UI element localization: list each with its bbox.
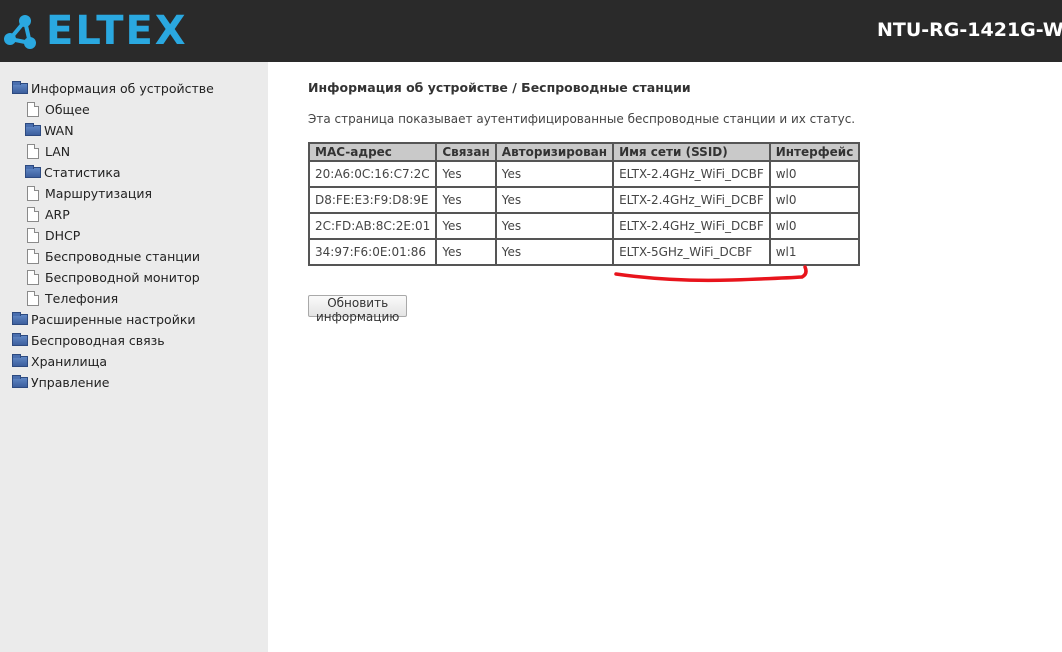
folder-icon bbox=[12, 375, 28, 388]
document-icon bbox=[27, 291, 39, 306]
device-model: NTU-RG-1421G-W bbox=[877, 19, 1062, 41]
document-icon bbox=[27, 102, 39, 117]
folder-icon bbox=[12, 81, 28, 94]
sidebar-item-label: WAN bbox=[44, 123, 74, 138]
table-row: 2C:FD:AB:8C:2E:01 Yes Yes ELTX-2.4GHz_WiFi_… bbox=[307, 212, 861, 240]
table-cell: ELTX-2.4GHz_WiFi_DCBF bbox=[612, 186, 771, 214]
refresh-button[interactable]: Обновить информацию bbox=[308, 295, 408, 324]
table-cell: 20:A6:0C:16:C7:2C bbox=[307, 160, 438, 188]
eltex-logo: ELTEX bbox=[0, 6, 188, 56]
folder-icon bbox=[12, 354, 28, 367]
column-header: Связан bbox=[435, 142, 497, 162]
sidebar-item-label: LAN bbox=[45, 144, 71, 159]
table-cell: wl0 bbox=[768, 212, 861, 240]
document-icon bbox=[27, 186, 39, 201]
sidebar-item[interactable]: DHCP bbox=[12, 225, 214, 246]
sidebar-item-label: ARP bbox=[45, 207, 70, 222]
column-header: MAC-адрес bbox=[307, 142, 438, 162]
table-cell: Yes bbox=[435, 160, 497, 188]
sidebar-item-label: Хранилища bbox=[31, 354, 108, 369]
document-icon bbox=[27, 270, 39, 285]
sidebar-item[interactable]: Телефония bbox=[12, 288, 214, 309]
document-icon bbox=[27, 144, 39, 159]
sidebar-item-label: Телефония bbox=[45, 291, 119, 306]
sidebar: Информация об устройстве Общее WAN LAN Стати… bbox=[0, 62, 268, 652]
page-title: Информация об устройстве / Беспроводные … bbox=[308, 80, 691, 95]
document-icon bbox=[27, 249, 39, 264]
sidebar-item-label: Расширенные настройки bbox=[31, 312, 196, 327]
red-annotation-underline bbox=[614, 265, 808, 283]
wireless-stations-table: MAC-адрес Связан Авторизирован Имя сети … bbox=[307, 142, 861, 266]
sidebar-item[interactable]: WAN bbox=[12, 120, 214, 141]
sidebar-item-label: Беспроводной монитор bbox=[45, 270, 200, 285]
table-cell: 34:97:F6:0E:01:86 bbox=[307, 238, 438, 266]
table-row: 34:97:F6:0E:01:86 Yes Yes ELTX-5GHz_WiFi_DC… bbox=[307, 238, 861, 266]
page-description: Эта страница показывает аутентифицирован… bbox=[308, 112, 856, 126]
column-header: Интерфейс bbox=[768, 142, 861, 162]
sidebar-item[interactable]: Беспроводные станции bbox=[12, 246, 214, 267]
logo-text: ELTEX bbox=[46, 8, 188, 54]
sidebar-item-label: Управление bbox=[31, 375, 110, 390]
table-cell: Yes bbox=[494, 212, 615, 240]
sidebar-item[interactable]: Беспроводной монитор bbox=[12, 267, 214, 288]
sidebar-item[interactable]: Беспроводная связь bbox=[12, 330, 214, 351]
table-cell: D8:FE:E3:F9:D8:9E bbox=[307, 186, 438, 214]
table-cell: wl0 bbox=[768, 160, 861, 188]
table-cell: wl0 bbox=[768, 186, 861, 214]
sidebar-item[interactable]: Расширенные настройки bbox=[12, 309, 214, 330]
sidebar-item-label: Информация об устройстве bbox=[31, 81, 214, 96]
sidebar-item[interactable]: Информация об устройстве bbox=[12, 78, 214, 99]
table-cell: Yes bbox=[494, 186, 615, 214]
folder-icon bbox=[25, 123, 41, 136]
document-icon bbox=[27, 207, 39, 222]
table-header-row: MAC-адрес Связан Авторизирован Имя сети … bbox=[307, 142, 861, 162]
table-cell: wl1 bbox=[768, 238, 861, 266]
table-cell: Yes bbox=[435, 212, 497, 240]
table-cell: ELTX-2.4GHz_WiFi_DCBF bbox=[612, 212, 771, 240]
sidebar-item-label: Статистика bbox=[44, 165, 121, 180]
folder-icon bbox=[12, 312, 28, 325]
nav-tree: Информация об устройстве Общее WAN LAN Стати… bbox=[12, 78, 214, 393]
table-cell: ELTX-2.4GHz_WiFi_DCBF bbox=[612, 160, 771, 188]
sidebar-item-label: Общее bbox=[45, 102, 90, 117]
logo-mark-icon bbox=[4, 15, 36, 49]
sidebar-item-label: Маршрутизация bbox=[45, 186, 153, 201]
document-icon bbox=[27, 228, 39, 243]
table-cell: Yes bbox=[494, 160, 615, 188]
sidebar-item[interactable]: Общее bbox=[12, 99, 214, 120]
sidebar-item[interactable]: LAN bbox=[12, 141, 214, 162]
header-bar: ELTEX NTU-RG-1421G-W bbox=[0, 0, 1062, 62]
sidebar-item[interactable]: ARP bbox=[12, 204, 214, 225]
table-body: 20:A6:0C:16:C7:2C Yes Yes ELTX-2.4GHz_WiFi_… bbox=[307, 160, 861, 266]
sidebar-item[interactable]: Статистика bbox=[12, 162, 214, 183]
sidebar-item-label: DHCP bbox=[45, 228, 81, 243]
table-cell: Yes bbox=[435, 238, 497, 266]
table-cell: ELTX-5GHz_WiFi_DCBF bbox=[612, 238, 771, 266]
sidebar-item-label: Беспроводная связь bbox=[31, 333, 165, 348]
folder-icon bbox=[25, 165, 41, 178]
sidebar-item[interactable]: Хранилища bbox=[12, 351, 214, 372]
column-header: Авторизирован bbox=[494, 142, 615, 162]
column-header: Имя сети (SSID) bbox=[612, 142, 771, 162]
table-cell: 2C:FD:AB:8C:2E:01 bbox=[307, 212, 438, 240]
folder-icon bbox=[12, 333, 28, 346]
sidebar-item-label: Беспроводные станции bbox=[45, 249, 200, 264]
table-cell: Yes bbox=[435, 186, 497, 214]
table-row: D8:FE:E3:F9:D8:9E Yes Yes ELTX-2.4GHz_WiFi_… bbox=[307, 186, 861, 214]
table-row: 20:A6:0C:16:C7:2C Yes Yes ELTX-2.4GHz_WiFi_… bbox=[307, 160, 861, 188]
sidebar-item[interactable]: Управление bbox=[12, 372, 214, 393]
sidebar-item[interactable]: Маршрутизация bbox=[12, 183, 214, 204]
table-cell: Yes bbox=[494, 238, 615, 266]
